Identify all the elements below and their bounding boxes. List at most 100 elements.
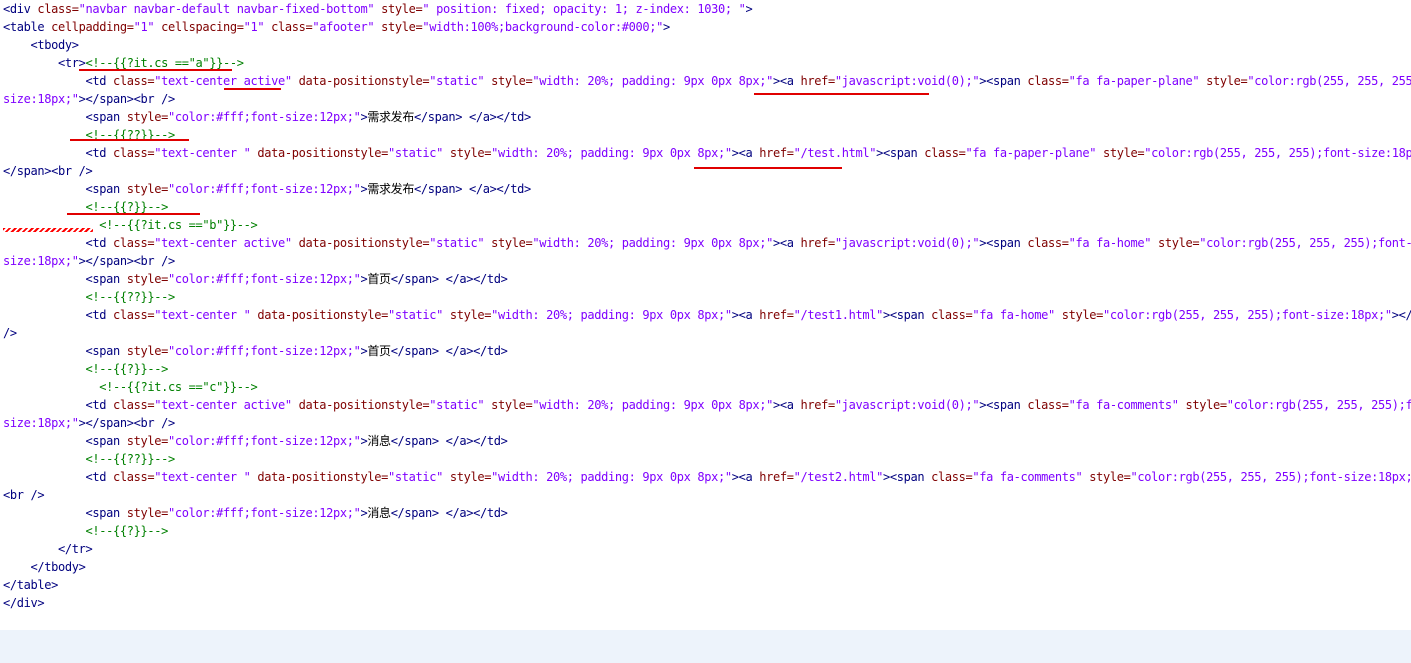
code-token: "javascript:void(0);": [834, 236, 980, 250]
code-line: <table cellpadding="1" cellspacing="1" c…: [3, 18, 670, 36]
code-token: "navbar navbar-default navbar-fixed-bott…: [78, 2, 375, 16]
code-token: "color:#fff;font-size:12px;": [168, 110, 361, 124]
code-line: <td class="text-center " data-positionst…: [3, 144, 1411, 162]
code-token: "static": [388, 308, 443, 322]
code-line: </div>: [3, 594, 45, 612]
code-token: cellspacing=: [154, 20, 244, 34]
code-token: "color:rgb(255, 255, 255);font-: [1226, 398, 1411, 412]
code-line: <tbody>: [3, 36, 79, 54]
annotation-underline-href-void: [754, 93, 929, 95]
code-token: style=: [126, 110, 169, 124]
code-token: "fa fa-home": [972, 308, 1055, 322]
code-token: "javascript:void(0);": [834, 74, 980, 88]
code-token: href=: [800, 74, 836, 88]
code-token: >: [883, 308, 890, 322]
code-token: <a: [779, 74, 801, 88]
code-token: </span><br />: [3, 164, 93, 178]
code-token: "/test2.html": [793, 470, 884, 484]
code-token: "1": [243, 20, 265, 34]
code-token: </tbody>: [30, 560, 86, 574]
code-token: style=: [443, 308, 492, 322]
code-token: "color:rgb(255, 255, 255);font-size:18px…: [1130, 470, 1411, 484]
code-token: "text-center active": [154, 236, 292, 250]
code-token: </span> </a></td>: [413, 182, 531, 196]
code-token: size:18px;": [3, 92, 79, 106]
code-token: href=: [800, 398, 836, 412]
code-line: size:18px;"></span><br />: [3, 252, 175, 270]
code-token: </span> </a></td>: [390, 344, 508, 358]
code-token: class=: [37, 2, 79, 16]
code-token: "width:100%;background-color:#000;": [422, 20, 663, 34]
code-token: <span: [883, 146, 925, 160]
code-token: <!--{{?it.cs =="c"}}-->: [99, 380, 258, 394]
code-line: <br />: [3, 486, 45, 504]
code-token: href=: [800, 236, 836, 250]
code-token: <a: [738, 470, 760, 484]
code-token: <table: [3, 20, 52, 34]
code-line: size:18px;"></span><br />: [3, 90, 175, 108]
code-token: <td: [85, 398, 113, 412]
code-token: <span: [986, 236, 1028, 250]
code-token: style=: [484, 398, 533, 412]
code-line: <span style="color:#fff;font-size:12px;"…: [3, 270, 508, 288]
code-line: <div class="navbar navbar-default navbar…: [3, 0, 753, 18]
code-token: </table>: [3, 578, 58, 592]
code-line: <!--{{??}}-->: [3, 126, 176, 144]
code-line: <span style="color:#fff;font-size:12px;"…: [3, 180, 532, 198]
code-editor[interactable]: <div class="navbar navbar-default navbar…: [0, 0, 1411, 663]
code-token: "fa fa-comments": [972, 470, 1083, 484]
code-token: "fa fa-home": [1068, 236, 1152, 250]
code-token: "fa fa-comments": [1068, 398, 1179, 412]
code-line: <td class="text-center active" data-posi…: [3, 396, 1411, 414]
code-line: />: [3, 324, 17, 342]
code-token: style=: [1199, 74, 1248, 88]
code-token: class=: [264, 20, 313, 34]
code-token: >: [876, 146, 883, 160]
code-line: <td class="text-center active" data-posi…: [3, 72, 1411, 90]
code-line: size:18px;"></span><br />: [3, 414, 175, 432]
code-token: "/test1.html": [793, 308, 884, 322]
code-token: "color:rgb(255, 255, 255);font-: [1199, 236, 1411, 250]
annotation-underline-endif: [67, 213, 200, 215]
code-token: style=: [484, 74, 533, 88]
code-token: "text-center ": [154, 308, 251, 322]
code-line: <td class="text-center " data-positionst…: [3, 468, 1411, 486]
code-token: >: [773, 398, 780, 412]
code-token: class=: [113, 398, 155, 412]
code-token: <a: [738, 308, 760, 322]
code-token: style=: [126, 344, 169, 358]
code-token: <a: [738, 146, 760, 160]
code-token: "1": [133, 20, 155, 34]
code-token: "text-center ": [154, 146, 251, 160]
code-token: >: [883, 470, 890, 484]
code-token: size:18px;": [3, 254, 79, 268]
code-line: </tr>: [3, 540, 93, 558]
code-token: "static": [388, 146, 443, 160]
code-token: "fa fa-paper-plane": [965, 146, 1097, 160]
code-token: <!--{{?}}-->: [85, 200, 169, 214]
code-token: "width: 20%; padding: 9px 0px 8px;": [532, 74, 773, 88]
code-token: />: [3, 326, 17, 340]
code-line: </table>: [3, 576, 58, 594]
code-token: 需求发布: [367, 110, 414, 124]
code-token: style=: [374, 20, 423, 34]
code-line: <td class="text-center " data-positionst…: [3, 306, 1411, 324]
code-token: <span: [85, 110, 127, 124]
code-token: href=: [759, 146, 794, 160]
code-token: <span: [986, 398, 1028, 412]
code-line: <!--{{?}}-->: [3, 360, 169, 378]
code-token: style=: [126, 506, 169, 520]
code-token: ></span><br: [1391, 308, 1411, 322]
code-token: "text-center active": [154, 74, 292, 88]
code-token: data-positionstyle=: [291, 398, 430, 412]
code-token: class=: [1027, 236, 1069, 250]
